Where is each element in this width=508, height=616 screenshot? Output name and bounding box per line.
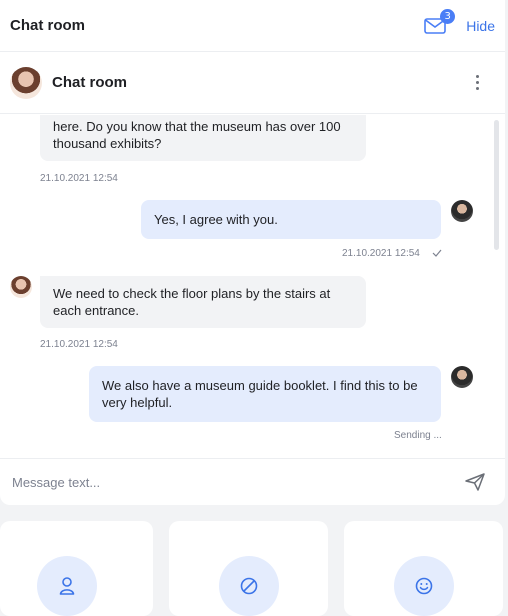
- message-composer: [0, 458, 505, 505]
- panel-title: Chat room: [10, 17, 85, 34]
- message-time: 21.10.2021 12:54: [40, 173, 118, 184]
- user-icon-button[interactable]: [36, 556, 97, 616]
- message-outgoing: Yes, I agree with you.: [141, 200, 441, 239]
- smile-icon: [415, 577, 432, 595]
- avatar: [451, 200, 473, 222]
- scrollbar[interactable]: [494, 120, 499, 250]
- message-list[interactable]: here. Do you know that the museum has ov…: [0, 115, 505, 457]
- chat-name: Chat room: [52, 74, 127, 91]
- message-time: 21.10.2021 12:54: [342, 248, 420, 259]
- message-text: We also have a museum guide booklet. I f…: [102, 378, 418, 410]
- message-text: Yes, I agree with you.: [154, 212, 278, 227]
- hide-button[interactable]: Hide: [466, 18, 495, 34]
- message-incoming: here. Do you know that the museum has ov…: [40, 115, 366, 161]
- message-input[interactable]: [10, 473, 465, 491]
- block-icon: [240, 577, 257, 595]
- action-card-emoji[interactable]: [344, 521, 503, 616]
- message-incoming: We need to check the floor plans by the …: [40, 276, 366, 328]
- message-outgoing: We also have a museum guide booklet. I f…: [89, 366, 441, 422]
- read-check-icon: [432, 249, 442, 257]
- messages-button[interactable]: 3: [424, 8, 456, 34]
- top-bar: Chat room 3 Hide: [0, 0, 505, 52]
- unread-badge: 3: [440, 8, 456, 24]
- kebab-dot-icon: [476, 87, 479, 90]
- avatar: [10, 276, 32, 298]
- kebab-dot-icon: [476, 75, 479, 78]
- avatar: [10, 66, 42, 99]
- chat-header: Chat room: [0, 52, 505, 114]
- action-card-profile[interactable]: [0, 521, 153, 616]
- smile-icon-button[interactable]: [393, 556, 454, 616]
- message-text: We need to check the floor plans by the …: [53, 286, 331, 318]
- more-options-button[interactable]: [472, 71, 483, 94]
- block-icon-button[interactable]: [218, 556, 279, 616]
- user-icon: [59, 577, 74, 595]
- avatar: [451, 366, 473, 388]
- action-card-block[interactable]: [169, 521, 328, 616]
- send-icon[interactable]: [465, 473, 485, 491]
- chat-panel: Chat room 3 Hide Chat room here. Do you …: [0, 0, 505, 505]
- message-text: here. Do you know that the museum has ov…: [53, 119, 341, 151]
- sending-status: Sending ...: [394, 430, 442, 441]
- message-time: 21.10.2021 12:54: [40, 339, 118, 350]
- kebab-dot-icon: [476, 81, 479, 84]
